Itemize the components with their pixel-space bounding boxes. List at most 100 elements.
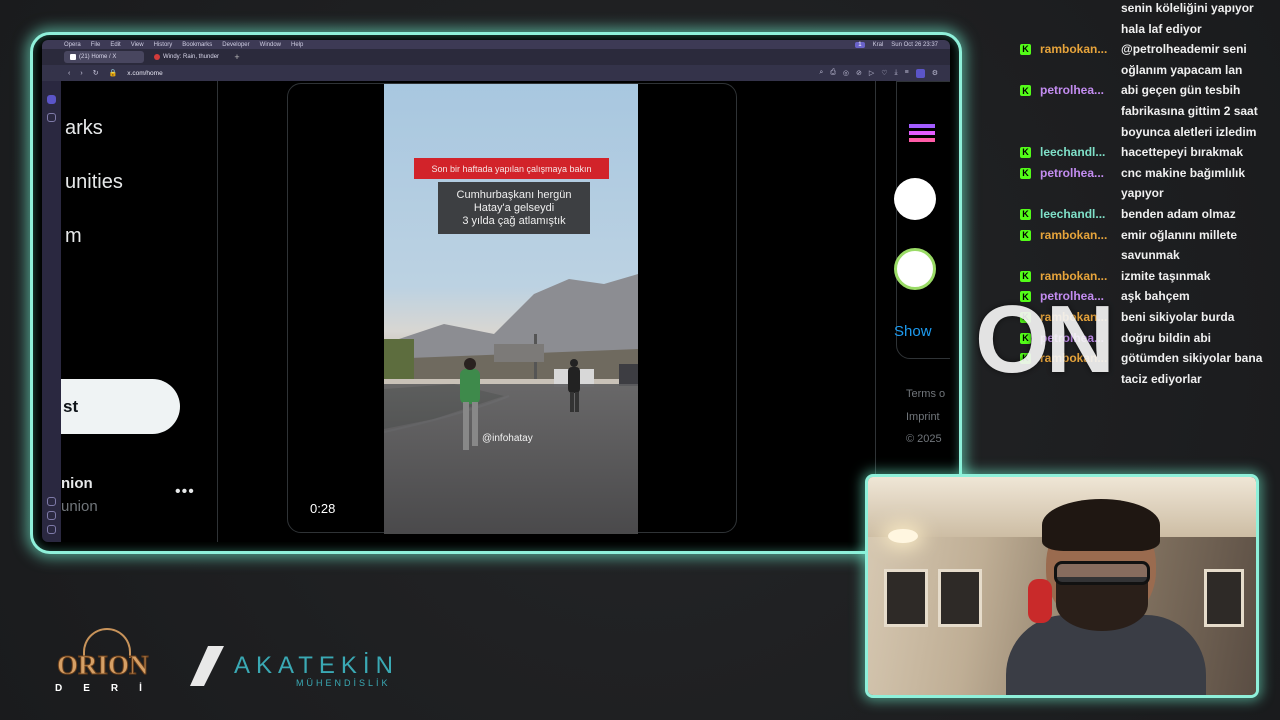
room-window <box>1204 569 1244 627</box>
user-name[interactable]: Kral <box>873 42 884 48</box>
streamer-hair <box>1042 499 1160 551</box>
chat-message-text: emir oğlanını millete savunmak <box>1121 227 1238 263</box>
chat-message: K rambokan... emir oğlanını millete savu… <box>1020 225 1276 266</box>
x-page: arks unities m st nion union ••• Son bir… <box>61 81 950 542</box>
menubar-item[interactable]: Edit <box>110 42 120 48</box>
chat-username[interactable]: rambokan... <box>1040 39 1121 60</box>
menubar-status: 1 Kral Sun Oct 26 23:37 <box>855 41 950 48</box>
chat-username[interactable]: rambokan... <box>1040 266 1121 287</box>
sidebar-star-icon[interactable] <box>47 113 56 122</box>
show-more-link[interactable]: Show <box>894 323 932 340</box>
browser-sidebar <box>42 81 61 542</box>
menubar-item[interactable]: File <box>91 42 101 48</box>
video-people <box>460 358 580 450</box>
video-timestamp: 0:28 <box>310 501 336 516</box>
video-banner: Son bir haftada yapılan çalışmaya bakın <box>414 158 609 179</box>
chat-message: K petrolhea... cnc makine bağımlılık yap… <box>1020 163 1276 204</box>
ceiling-lamp <box>888 529 918 543</box>
profile-icon[interactable] <box>915 68 925 78</box>
caption-line: 3 yılda çağ atlamıştık <box>462 214 566 227</box>
room-window <box>938 569 982 627</box>
chat-message: K rambokan... izmite taşınmak <box>1020 266 1276 287</box>
overlay-on-text: ON <box>975 286 1115 393</box>
vpn-icon[interactable]: ⊘ <box>856 69 862 78</box>
kick-badge-icon: K <box>1020 85 1031 97</box>
brand-logo-icon[interactable] <box>901 112 943 154</box>
menubar-item[interactable]: Opera <box>64 42 81 48</box>
address-bar[interactable]: x.com/home <box>127 70 162 77</box>
kick-badge-icon: K <box>1020 229 1031 241</box>
chat-message-text: @petrolheademir seni oğlanım yapacam lan <box>1121 42 1247 77</box>
menubar-item[interactable]: Developer <box>222 42 249 48</box>
akatekin-slash-icon <box>190 646 224 686</box>
chat-message-text: benden adam olmaz <box>1121 206 1236 221</box>
menubar-item[interactable]: Window <box>260 42 281 48</box>
sidebar-home-icon[interactable] <box>47 95 56 104</box>
heart-icon[interactable]: ♡ <box>881 69 887 78</box>
nav-item-premium[interactable]: m <box>65 225 82 248</box>
nav-item-bookmarks[interactable]: arks <box>65 117 103 140</box>
streamer-glasses <box>1054 561 1150 585</box>
chat-username[interactable]: rambokan... <box>1040 225 1121 246</box>
chat-message-text: aşk bahçem <box>1121 289 1190 304</box>
back-icon[interactable]: ‹ <box>68 70 70 77</box>
browser-tab[interactable]: Windy: Rain, thunder <box>148 51 228 63</box>
terms-link[interactable]: Terms o <box>906 388 945 400</box>
browser-tab[interactable]: (21) Home / X <box>64 51 144 63</box>
orion-deri-logo: ORION DERİ <box>55 628 159 698</box>
account-more-icon[interactable]: ••• <box>175 483 195 501</box>
imprint-link[interactable]: Imprint <box>906 411 940 423</box>
video-player[interactable]: Son bir haftada yapılan çalışmaya bakın … <box>384 84 638 534</box>
chat-username[interactable]: petrolhea... <box>1040 163 1121 184</box>
search-icon[interactable]: ⌕ <box>819 69 823 78</box>
nav-item-communities[interactable]: unities <box>65 171 123 194</box>
menubar-item[interactable]: Help <box>291 42 303 48</box>
snapshot-icon[interactable]: ⎙ <box>830 69 836 78</box>
chat-message-text: izmite taşınmak <box>1121 268 1211 283</box>
sidebar-more-icon[interactable] <box>47 525 56 534</box>
forward-icon[interactable]: › <box>80 70 82 77</box>
chat-message-text: cnc makine bağımlılık yapıyor <box>1121 165 1246 201</box>
tab-label: Windy: Rain, thunder <box>163 54 220 60</box>
download-icon[interactable]: ⤓ <box>895 69 898 78</box>
kick-badge-icon: K <box>1020 208 1031 220</box>
menubar-item[interactable]: View <box>131 42 144 48</box>
sidebar-heart-icon[interactable] <box>47 497 56 506</box>
streamer-beard <box>1056 577 1148 631</box>
webcam-feed <box>868 477 1256 695</box>
orion-name: ORION <box>57 650 150 681</box>
desktop-indicator[interactable]: 1 <box>855 41 865 48</box>
settings-icon[interactable]: ⚙ <box>932 69 938 78</box>
chat-username[interactable]: leechandl... <box>1040 204 1121 225</box>
streamer <box>1006 499 1206 695</box>
chat-username[interactable]: petrolhea... <box>1040 80 1121 101</box>
clock[interactable]: Sun Oct 26 23:37 <box>891 42 938 48</box>
account-avatar-icon[interactable] <box>894 248 936 290</box>
screen-capture: Opera File Edit View History Bookmarks D… <box>42 40 950 542</box>
menubar-item[interactable]: History <box>154 42 173 48</box>
lock-icon: 🔒 <box>108 70 118 77</box>
chat-username[interactable]: leechandl... <box>1040 142 1121 163</box>
post-button[interactable]: st <box>61 379 180 434</box>
room-window <box>884 569 928 627</box>
chat-message: K leechandl... hacettepeyi bırakmak <box>1020 142 1276 163</box>
account-name[interactable]: nion <box>61 475 93 492</box>
new-tab-button[interactable]: + <box>232 52 242 62</box>
account-avatar-icon[interactable] <box>894 178 936 220</box>
x-right-column: Show Terms o Imprint © 2025 <box>875 81 950 542</box>
player-icon[interactable]: ▷ <box>869 69 874 78</box>
screen-capture-frame: Opera File Edit View History Bookmarks D… <box>30 32 962 554</box>
who-to-follow-card: Show <box>894 81 950 359</box>
reload-icon[interactable]: ↻ <box>93 69 99 77</box>
chat-message: K leechandl... benden adam olmaz <box>1020 204 1276 225</box>
caption-line: Cumhurbaşkanı hergün <box>456 188 572 201</box>
extension-icon[interactable]: ◎ <box>843 69 849 78</box>
x-left-nav: arks unities m st nion union ••• <box>61 81 218 542</box>
menubar-item[interactable]: Bookmarks <box>182 42 212 48</box>
menu-icon[interactable]: ≡ <box>905 69 909 78</box>
chat-message-text: abi geçen gün tesbih fabrikasına gittim … <box>1121 83 1258 139</box>
sidebar-history-icon[interactable] <box>47 511 56 520</box>
kick-badge-icon: K <box>1020 44 1031 56</box>
headphone-icon <box>1028 579 1052 623</box>
chat-message-text: beni sikiyolar burda <box>1121 309 1235 324</box>
